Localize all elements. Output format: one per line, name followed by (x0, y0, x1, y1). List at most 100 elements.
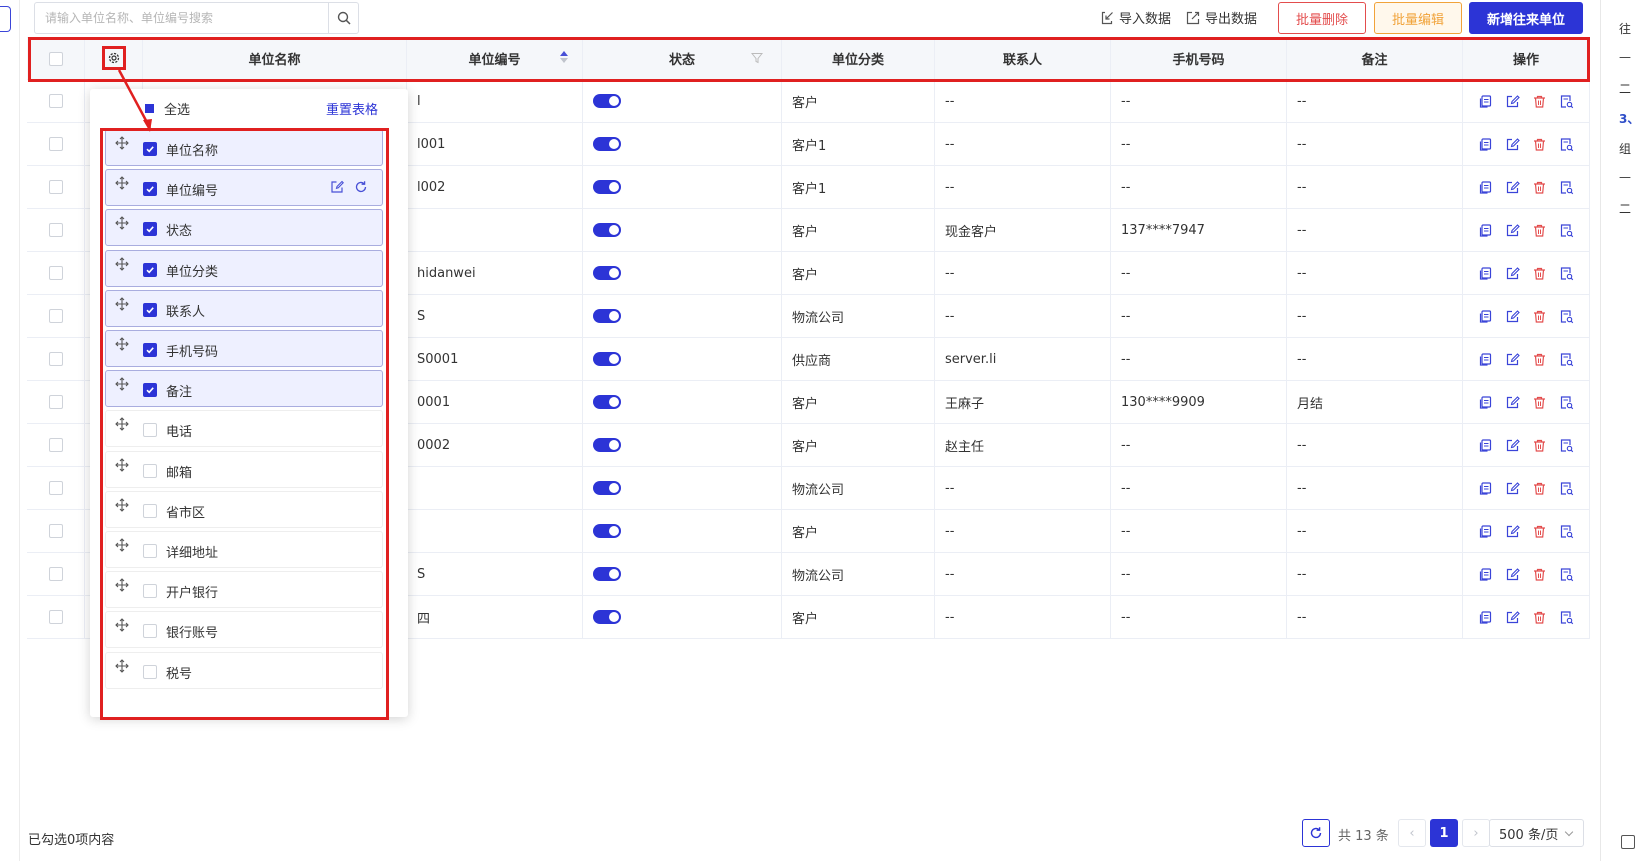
status-toggle[interactable] (593, 524, 621, 538)
edit-icon[interactable] (1505, 137, 1520, 152)
status-toggle[interactable] (593, 610, 621, 624)
row-select-cell[interactable] (27, 338, 85, 380)
row-select-cell[interactable] (27, 596, 85, 638)
column-option[interactable]: 手机号码 (105, 330, 383, 367)
copy-icon[interactable] (1478, 610, 1493, 625)
checkbox[interactable] (143, 222, 157, 237)
header-category[interactable]: 单位分类 (782, 38, 935, 79)
detail-icon[interactable] (1559, 395, 1574, 410)
copy-icon[interactable] (1478, 524, 1493, 539)
checkbox[interactable] (143, 584, 157, 599)
copy-icon[interactable] (1478, 352, 1493, 367)
checkbox[interactable] (143, 463, 157, 478)
checkbox[interactable] (143, 664, 157, 679)
copy-icon[interactable] (1478, 395, 1493, 410)
drag-handle-icon[interactable] (115, 256, 129, 275)
list-icon[interactable] (1621, 835, 1635, 849)
copy-icon[interactable] (1478, 438, 1493, 453)
edit-icon[interactable] (1505, 481, 1520, 496)
drag-handle-icon[interactable] (115, 216, 129, 234)
checkbox[interactable] (143, 142, 157, 156)
header-unit-code[interactable]: 单位编号 (407, 38, 583, 79)
checkbox[interactable] (48, 266, 63, 280)
header-select-all[interactable] (27, 38, 85, 79)
drag-handle-icon[interactable] (115, 176, 129, 194)
row-select-cell[interactable] (27, 252, 85, 294)
edit-icon[interactable] (1505, 438, 1520, 453)
drag-handle-icon[interactable] (115, 337, 129, 355)
next-page-button[interactable]: › (1462, 819, 1490, 847)
detail-icon[interactable] (1559, 438, 1574, 453)
status-toggle[interactable] (593, 94, 621, 108)
edit-icon[interactable] (1505, 223, 1520, 238)
detail-icon[interactable] (1559, 137, 1574, 152)
checkbox[interactable] (48, 51, 63, 66)
column-option[interactable]: 状态 (105, 209, 383, 247)
column-option[interactable]: 开户银行 (105, 571, 383, 609)
trash-icon[interactable] (1532, 180, 1547, 195)
filter-icon[interactable] (751, 52, 763, 64)
status-toggle[interactable] (593, 137, 621, 151)
status-toggle[interactable] (593, 481, 621, 495)
checkbox[interactable] (48, 94, 63, 108)
checkbox[interactable] (48, 137, 63, 151)
column-option[interactable]: 邮箱 (105, 450, 383, 488)
export-data-link[interactable]: 导出数据 (1186, 8, 1257, 27)
checkbox[interactable] (143, 262, 157, 277)
checkbox[interactable] (48, 309, 63, 323)
column-option[interactable]: 银行账号 (105, 611, 383, 649)
checkbox[interactable] (48, 352, 63, 366)
edit-icon[interactable] (1505, 610, 1520, 625)
edit-icon[interactable] (1505, 94, 1520, 109)
import-data-link[interactable]: 导入数据 (1100, 8, 1171, 27)
row-select-cell[interactable] (27, 424, 85, 466)
drag-handle-icon[interactable] (115, 498, 129, 516)
header-unit-name[interactable]: 单位名称 (143, 38, 407, 79)
copy-icon[interactable] (1478, 266, 1493, 281)
copy-icon[interactable] (1478, 309, 1493, 324)
trash-icon[interactable] (1532, 610, 1547, 625)
copy-icon[interactable] (1478, 223, 1493, 238)
row-select-cell[interactable] (27, 80, 85, 122)
checkbox[interactable] (48, 481, 63, 495)
detail-icon[interactable] (1559, 266, 1574, 281)
column-option[interactable]: 联系人 (105, 289, 383, 327)
trash-icon[interactable] (1532, 223, 1547, 238)
status-toggle[interactable] (593, 352, 621, 366)
batch-edit-button[interactable]: 批量编辑 (1374, 2, 1462, 34)
indeterminate-checkbox[interactable] (145, 104, 154, 113)
detail-icon[interactable] (1559, 180, 1574, 195)
checkbox[interactable] (48, 223, 63, 237)
row-select-cell[interactable] (27, 467, 85, 509)
status-toggle[interactable] (593, 223, 621, 237)
refresh-icon[interactable] (354, 180, 368, 198)
detail-icon[interactable] (1559, 223, 1574, 238)
row-select-cell[interactable] (27, 209, 85, 251)
checkbox[interactable] (48, 567, 63, 581)
select-all-columns[interactable]: 全选 (145, 99, 190, 118)
edit-icon[interactable] (1505, 524, 1520, 539)
row-select-cell[interactable] (27, 381, 85, 423)
checkbox[interactable] (143, 544, 157, 558)
drag-handle-icon[interactable] (115, 618, 129, 636)
batch-delete-button[interactable]: 批量删除 (1278, 2, 1366, 34)
checkbox[interactable] (48, 180, 63, 194)
status-toggle[interactable] (593, 438, 621, 452)
edit-icon[interactable] (330, 180, 344, 198)
drag-handle-icon[interactable] (115, 297, 129, 315)
status-toggle[interactable] (593, 567, 621, 581)
detail-icon[interactable] (1559, 567, 1574, 582)
drag-handle-icon[interactable] (115, 377, 129, 395)
checkbox[interactable] (143, 343, 157, 357)
checkbox[interactable] (143, 503, 157, 518)
search-input[interactable] (35, 3, 328, 33)
header-phone[interactable]: 手机号码 (1111, 38, 1287, 79)
trash-icon[interactable] (1532, 567, 1547, 582)
checkbox[interactable] (48, 395, 63, 409)
trash-icon[interactable] (1532, 395, 1547, 410)
copy-icon[interactable] (1478, 567, 1493, 582)
drag-handle-icon[interactable] (115, 538, 129, 556)
checkbox[interactable] (48, 524, 63, 538)
row-select-cell[interactable] (27, 510, 85, 552)
checkbox[interactable] (48, 438, 63, 452)
